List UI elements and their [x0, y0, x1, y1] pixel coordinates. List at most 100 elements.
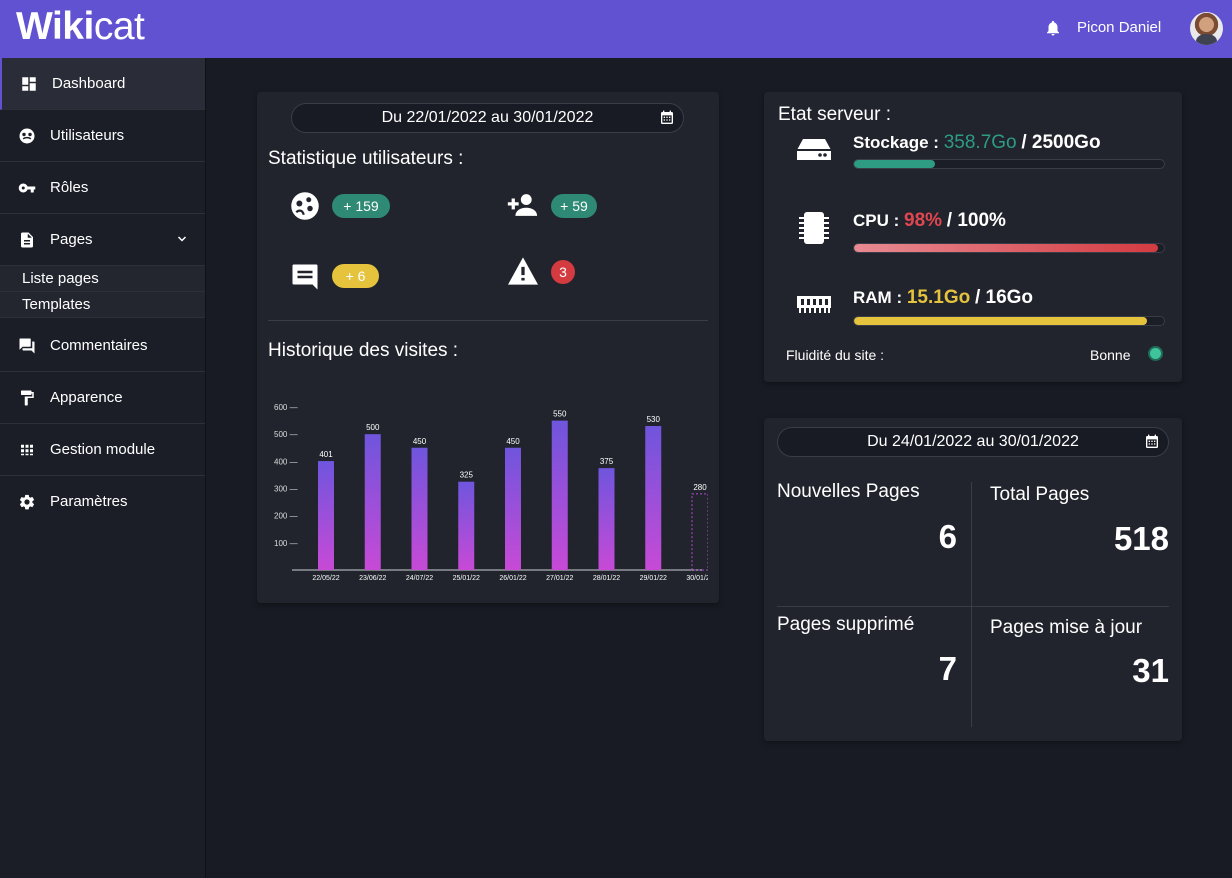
x-tick-label: 30/01/22: [686, 575, 708, 582]
pages-stats-card: [764, 418, 1182, 741]
x-tick-label: 26/01/22: [499, 575, 526, 582]
sidebar-item-dashboard[interactable]: Dashboard: [0, 58, 205, 110]
sidebar-item-label: Utilisateurs: [50, 127, 125, 144]
bar-value-label: 530: [647, 415, 661, 424]
x-tick-label: 24/07/22: [406, 575, 433, 582]
total-pages-value: 518: [1113, 520, 1169, 557]
paint-roller-icon: [21, 390, 34, 406]
deleted-pages-value: 7: [938, 650, 957, 687]
user-name[interactable]: Picon Daniel: [1077, 18, 1161, 38]
comment-icon: [292, 264, 318, 290]
new-pages-value: 6: [938, 518, 957, 555]
date-range-text: Du 24/01/2022 au 30/01/2022: [867, 433, 1079, 450]
sidebar-item-commentaires[interactable]: Commentaires: [0, 320, 205, 372]
bar-value-label: 450: [506, 437, 520, 446]
x-tick-label: 25/01/22: [453, 575, 480, 582]
divider: [268, 320, 708, 321]
cpu-progress-bar: [853, 243, 1165, 253]
sidebar-item-apparence[interactable]: Apparence: [0, 372, 205, 424]
y-tick-label: 600 —: [274, 403, 298, 412]
bar: [411, 447, 428, 570]
history-title: Historique des visites :: [268, 340, 459, 361]
ram-icon: [797, 296, 831, 313]
top-bar: Wikicat Picon Daniel: [0, 0, 1232, 58]
cpu-progress-fill: [854, 244, 1158, 252]
date-range-text: Du 22/01/2022 au 30/01/2022: [381, 109, 594, 126]
sidebar-subitem-label: Liste pages: [22, 270, 99, 287]
ram-progress-bar: [853, 316, 1165, 326]
date-range-picker[interactable]: Du 22/01/2022 au 30/01/2022: [291, 103, 684, 133]
key-icon: [18, 183, 36, 193]
sidebar-item-label: Pages: [50, 231, 93, 248]
fluidity-value: Bonne: [1090, 347, 1131, 363]
updated-pages-label: Pages mise à jour: [990, 617, 1143, 638]
comments-icon: [19, 338, 35, 354]
pages-date-range-picker[interactable]: Du 24/01/2022 au 30/01/2022: [777, 427, 1169, 457]
calendar-icon[interactable]: [659, 110, 675, 126]
fluidity-label: Fluidité du site :: [786, 347, 885, 363]
x-tick-label: 29/01/22: [640, 575, 667, 582]
bar-value-label: 280: [693, 483, 707, 492]
sidebar-item-gestion-module[interactable]: Gestion module: [0, 424, 205, 476]
sidebar-item-roles[interactable]: Rôles: [0, 162, 205, 214]
storage-total: / 2500Go: [1021, 132, 1101, 153]
y-tick-label: 100 —: [274, 539, 298, 548]
bar: [505, 447, 521, 570]
warning-icon: [508, 257, 538, 285]
bar-value-label: 450: [413, 437, 427, 446]
bell-icon[interactable]: [1044, 18, 1062, 38]
sidebar-item-pages[interactable]: Pages: [0, 214, 205, 266]
bar-value-label: 550: [553, 410, 567, 419]
ram-total: / 16Go: [974, 287, 1034, 308]
comments-badge: + 6: [332, 264, 379, 288]
bar-value-label: 325: [460, 471, 474, 480]
vertical-divider: [971, 482, 972, 727]
bar: [458, 481, 475, 570]
chevron-down-icon[interactable]: [176, 233, 188, 245]
sidebar-subitem-templates[interactable]: Templates: [0, 292, 205, 318]
fluidity-status-dot: [1150, 348, 1161, 359]
x-tick-label: 27/01/22: [546, 575, 573, 582]
users-icon: [291, 192, 319, 220]
sidebar-item-label: Apparence: [50, 389, 123, 406]
sidebar-item-parametres[interactable]: Paramètres: [0, 476, 205, 528]
user-stats-title: Statistique utilisateurs :: [268, 148, 464, 169]
calendar-icon[interactable]: [1144, 434, 1160, 450]
sidebar-item-utilisateurs[interactable]: Utilisateurs: [0, 110, 205, 162]
ram-used: 15.1Go: [906, 287, 971, 308]
ram-progress-fill: [854, 317, 1147, 325]
server-title: Etat serveur :: [778, 104, 891, 125]
x-tick-label: 23/06/22: [359, 575, 386, 582]
logo[interactable]: Wikicat: [16, 4, 145, 50]
bar-projected: [691, 493, 708, 571]
y-tick-label: 400 —: [274, 457, 298, 466]
users-count-badge: + 159: [332, 194, 390, 218]
bar-value-label: 500: [366, 423, 380, 432]
bar: [645, 426, 662, 570]
sidebar: Dashboard Utilisateurs Rôles Pages Liste…: [0, 58, 206, 878]
y-tick-label: 500 —: [274, 430, 298, 439]
x-tick-label: 28/01/22: [593, 575, 620, 582]
cpu-icon: [799, 212, 829, 244]
y-tick-label: 200 —: [274, 512, 298, 521]
sidebar-item-label: Gestion module: [50, 441, 156, 458]
bar-value-label: 401: [319, 450, 333, 459]
deleted-pages-label: Pages supprimé: [777, 614, 915, 635]
file-icon: [21, 232, 33, 248]
sidebar-subitem-liste-pages[interactable]: Liste pages: [0, 266, 205, 292]
dashboard-icon: [22, 77, 36, 91]
storage-label: Stockage : 358.7Go / 2500Go: [853, 132, 1101, 153]
add-user-icon: [507, 194, 538, 216]
storage-progress-fill: [854, 160, 935, 168]
storage-used: 358.7Go: [943, 132, 1017, 153]
sidebar-subitem-label: Templates: [22, 296, 91, 313]
bar: [598, 468, 615, 570]
bar: [364, 434, 381, 570]
sidebar-item-label: Dashboard: [52, 75, 126, 92]
bar: [551, 420, 568, 570]
new-pages-label: Nouvelles Pages: [777, 481, 920, 502]
visits-bar-chart: 100 — 200 — 300 — 400 — 500 — 600 — 401 22/05/2…: [274, 403, 708, 582]
gear-icon: [19, 494, 35, 510]
avatar[interactable]: [1190, 12, 1223, 45]
cpu-used: 98%: [904, 210, 943, 231]
